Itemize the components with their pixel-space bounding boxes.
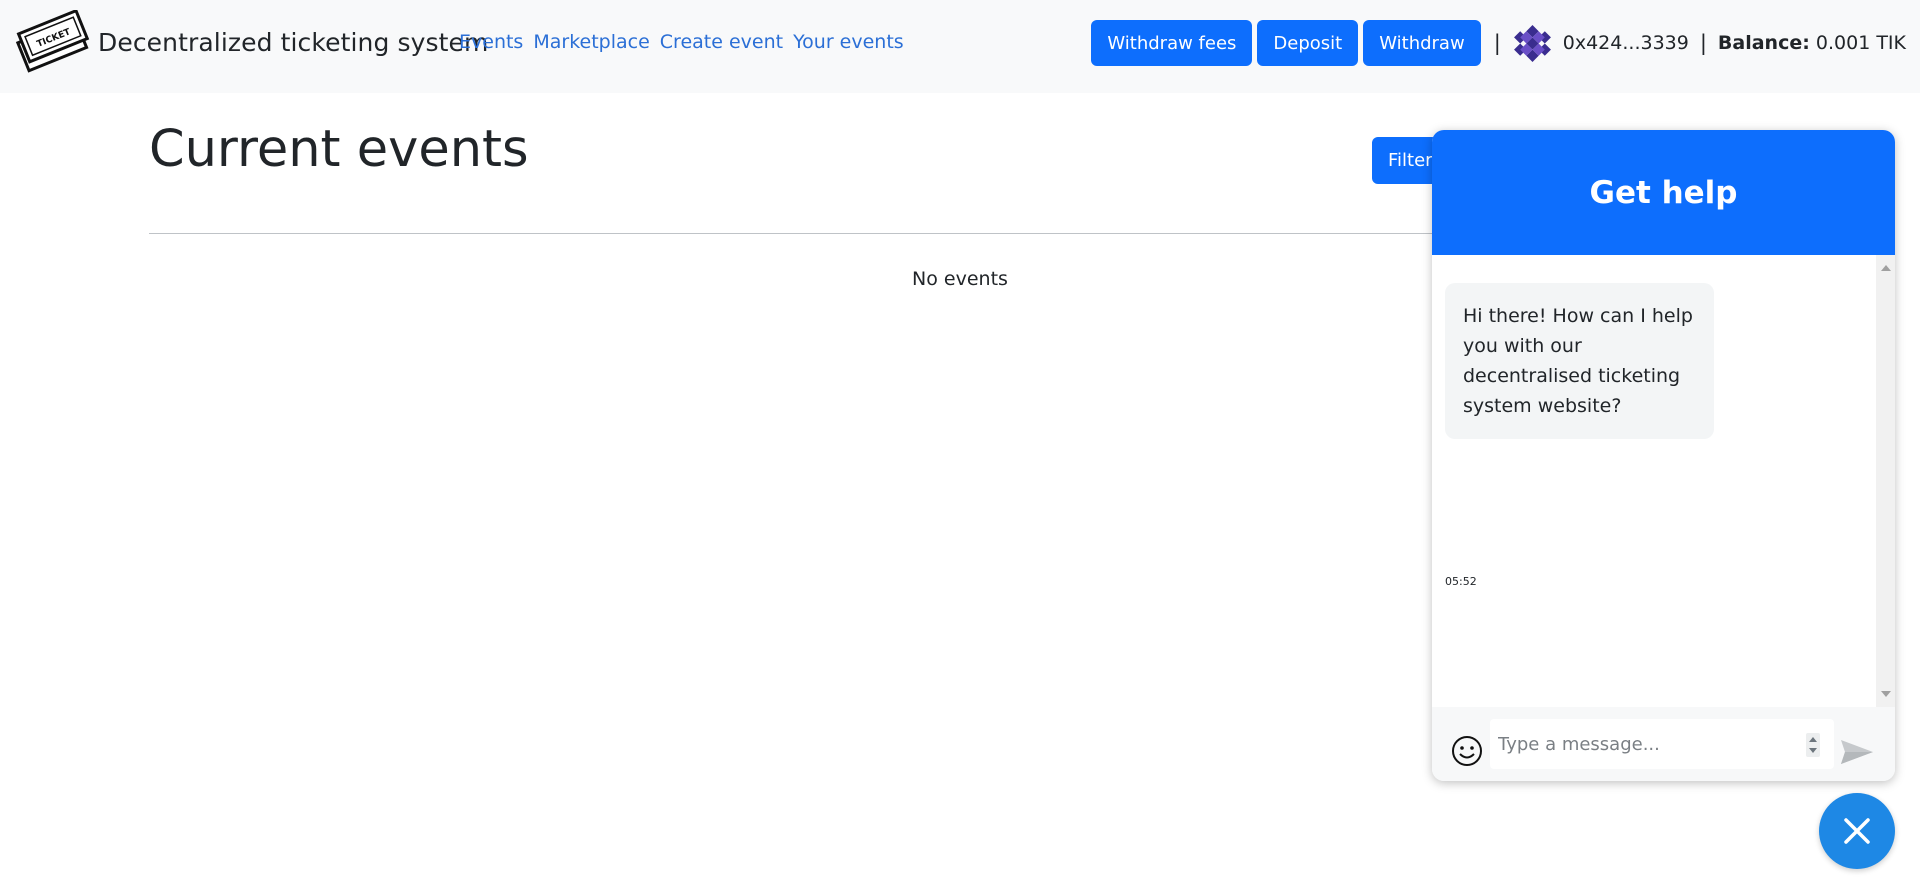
chat-header: Get help (1432, 130, 1895, 255)
nav-link-marketplace[interactable]: Marketplace (533, 31, 649, 53)
balance-value: 0.001 TIK (1815, 32, 1906, 54)
balance-label: Balance: (1717, 32, 1810, 54)
nav-link-create-event[interactable]: Create event (660, 31, 783, 53)
chat-message-input[interactable] (1490, 719, 1834, 769)
separator: | (1699, 31, 1707, 55)
nav-link-your-events[interactable]: Your events (793, 31, 904, 53)
balance-display: Balance: 0.001 TIK (1718, 32, 1906, 54)
chat-scrollbar[interactable] (1876, 255, 1895, 707)
wallet-address: 0x424...3339 (1562, 32, 1689, 54)
nav-links: Events Marketplace Create event Your eve… (459, 31, 904, 53)
chat-message-bubble: Hi there! How can I help you with our de… (1445, 283, 1714, 439)
ticket-logo-icon[interactable]: TICKET (14, 10, 90, 74)
withdraw-fees-button[interactable]: Withdraw fees (1091, 20, 1253, 66)
separator: | (1493, 31, 1501, 55)
send-icon[interactable] (1839, 737, 1875, 767)
identicon-avatar (1513, 24, 1551, 62)
page-title: Current events (149, 120, 529, 179)
withdraw-button[interactable]: Withdraw (1363, 20, 1481, 66)
chat-input-area (1432, 707, 1895, 781)
chat-messages[interactable]: Hi there! How can I help you with our de… (1432, 255, 1895, 707)
brand-title[interactable]: Decentralized ticketing system (98, 28, 488, 57)
close-chat-button[interactable] (1819, 793, 1895, 869)
smiley-icon[interactable] (1451, 735, 1483, 767)
scroll-down-arrow-icon[interactable] (1881, 691, 1891, 697)
close-icon (1844, 818, 1870, 844)
account-area: Withdraw fees Deposit Withdraw | 0x424..… (1091, 20, 1906, 66)
nav-link-events[interactable]: Events (459, 31, 523, 53)
chat-message-time: 05:52 (1445, 575, 1477, 588)
input-spinner-icon[interactable] (1806, 733, 1820, 757)
chat-title: Get help (1589, 174, 1738, 211)
help-chat-widget: Get help Hi there! How can I help you wi… (1432, 130, 1895, 781)
top-navbar: TICKET Decentralized ticketing system Ev… (0, 0, 1920, 93)
scroll-up-arrow-icon[interactable] (1881, 265, 1891, 271)
deposit-button[interactable]: Deposit (1257, 20, 1359, 66)
